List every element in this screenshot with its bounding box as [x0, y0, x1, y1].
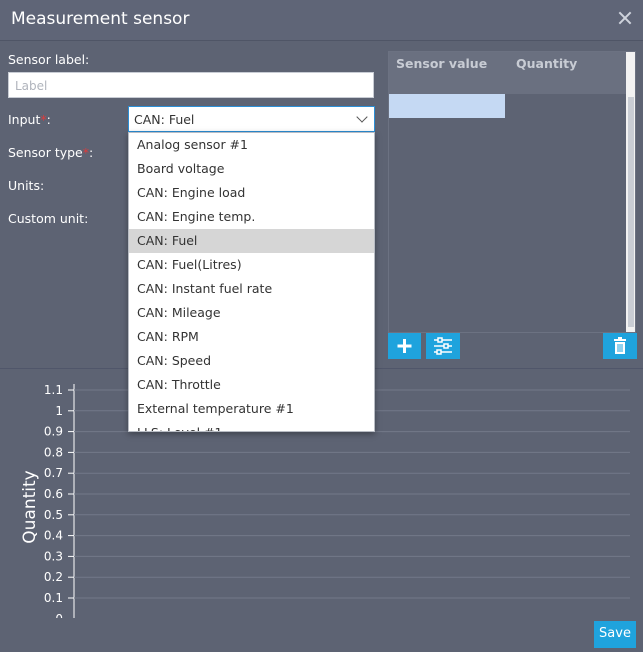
chart-y-tick-label: 0.5 — [44, 508, 63, 522]
dropdown-option[interactable]: CAN: Mileage — [129, 301, 374, 325]
table-scrollbar[interactable] — [626, 52, 635, 332]
dropdown-option[interactable]: CAN: Engine temp. — [129, 205, 374, 229]
chart-y-tick-label: 0.2 — [44, 570, 63, 584]
chart-y-tick-label: 0.4 — [44, 529, 63, 543]
dropdown-option[interactable]: CAN: RPM — [129, 325, 374, 349]
chart-y-tick-label: 0.3 — [44, 549, 63, 563]
dropdown-option[interactable]: CAN: Throttle — [129, 373, 374, 397]
dropdown-option[interactable]: Board voltage — [129, 157, 374, 181]
table-selected-cell[interactable] — [389, 94, 505, 118]
dropdown-option[interactable]: CAN: Instant fuel rate — [129, 277, 374, 301]
close-icon[interactable] — [617, 10, 633, 26]
dropdown-option[interactable]: LLS: Level #1 — [129, 421, 374, 431]
dropdown-option[interactable]: CAN: Speed — [129, 349, 374, 373]
input-select-value: CAN: Fuel — [134, 112, 195, 127]
save-button[interactable]: Save — [594, 621, 636, 648]
chart-y-tick-label: 1 — [55, 404, 63, 418]
sliders-icon — [434, 337, 452, 355]
chart-y-tick-label: 0.1 — [44, 591, 63, 605]
plus-icon — [397, 339, 412, 353]
input-select[interactable]: CAN: Fuel — [128, 106, 375, 132]
column-header-quantity[interactable]: Quantity — [516, 56, 577, 71]
label-placeholder: Label — [15, 79, 48, 93]
dialog-title: Measurement sensor — [11, 9, 190, 29]
table-settings-button[interactable] — [426, 333, 460, 359]
dropdown-option[interactable]: CAN: Engine load — [129, 181, 374, 205]
chart-y-tick-label: 0 — [55, 612, 63, 618]
input-caption: Input*: — [8, 112, 51, 127]
sensor-label-caption: Sensor label: — [8, 52, 90, 67]
add-row-button[interactable] — [388, 333, 421, 359]
table-header: Sensor value Quantity — [389, 52, 627, 94]
chart-y-tick-label: 0.7 — [44, 466, 63, 480]
dropdown-option[interactable]: CAN: Fuel(Litres) — [129, 253, 374, 277]
chart-y-tick-label: 0.8 — [44, 445, 63, 459]
units-caption: Units: — [8, 178, 45, 193]
custom-unit-caption: Custom unit: — [8, 211, 89, 226]
dropdown-option-selected[interactable]: CAN: Fuel — [129, 229, 374, 253]
chevron-down-icon[interactable] — [356, 111, 368, 123]
trash-icon — [614, 337, 626, 354]
sensor-type-caption: Sensor type*: — [8, 145, 94, 160]
dialog-titlebar: Measurement sensor — [0, 0, 643, 41]
input-dropdown-list[interactable]: Analog sensor #1 Board voltage CAN: Engi… — [128, 132, 375, 432]
chart-y-tick-label: 1.1 — [44, 383, 63, 397]
dropdown-option[interactable]: Analog sensor #1 — [129, 133, 374, 157]
sensor-label-input[interactable]: Label — [8, 72, 374, 98]
calibration-table: Sensor value Quantity — [388, 51, 636, 333]
dropdown-option[interactable]: External temperature #1 — [129, 397, 374, 421]
column-header-sensor-value[interactable]: Sensor value — [396, 56, 487, 71]
delete-row-button[interactable] — [603, 333, 637, 359]
scrollbar-thumb[interactable] — [628, 97, 634, 327]
chart-y-tick-label: 0.9 — [44, 425, 63, 439]
chart-y-tick-label: 0.6 — [44, 487, 63, 501]
